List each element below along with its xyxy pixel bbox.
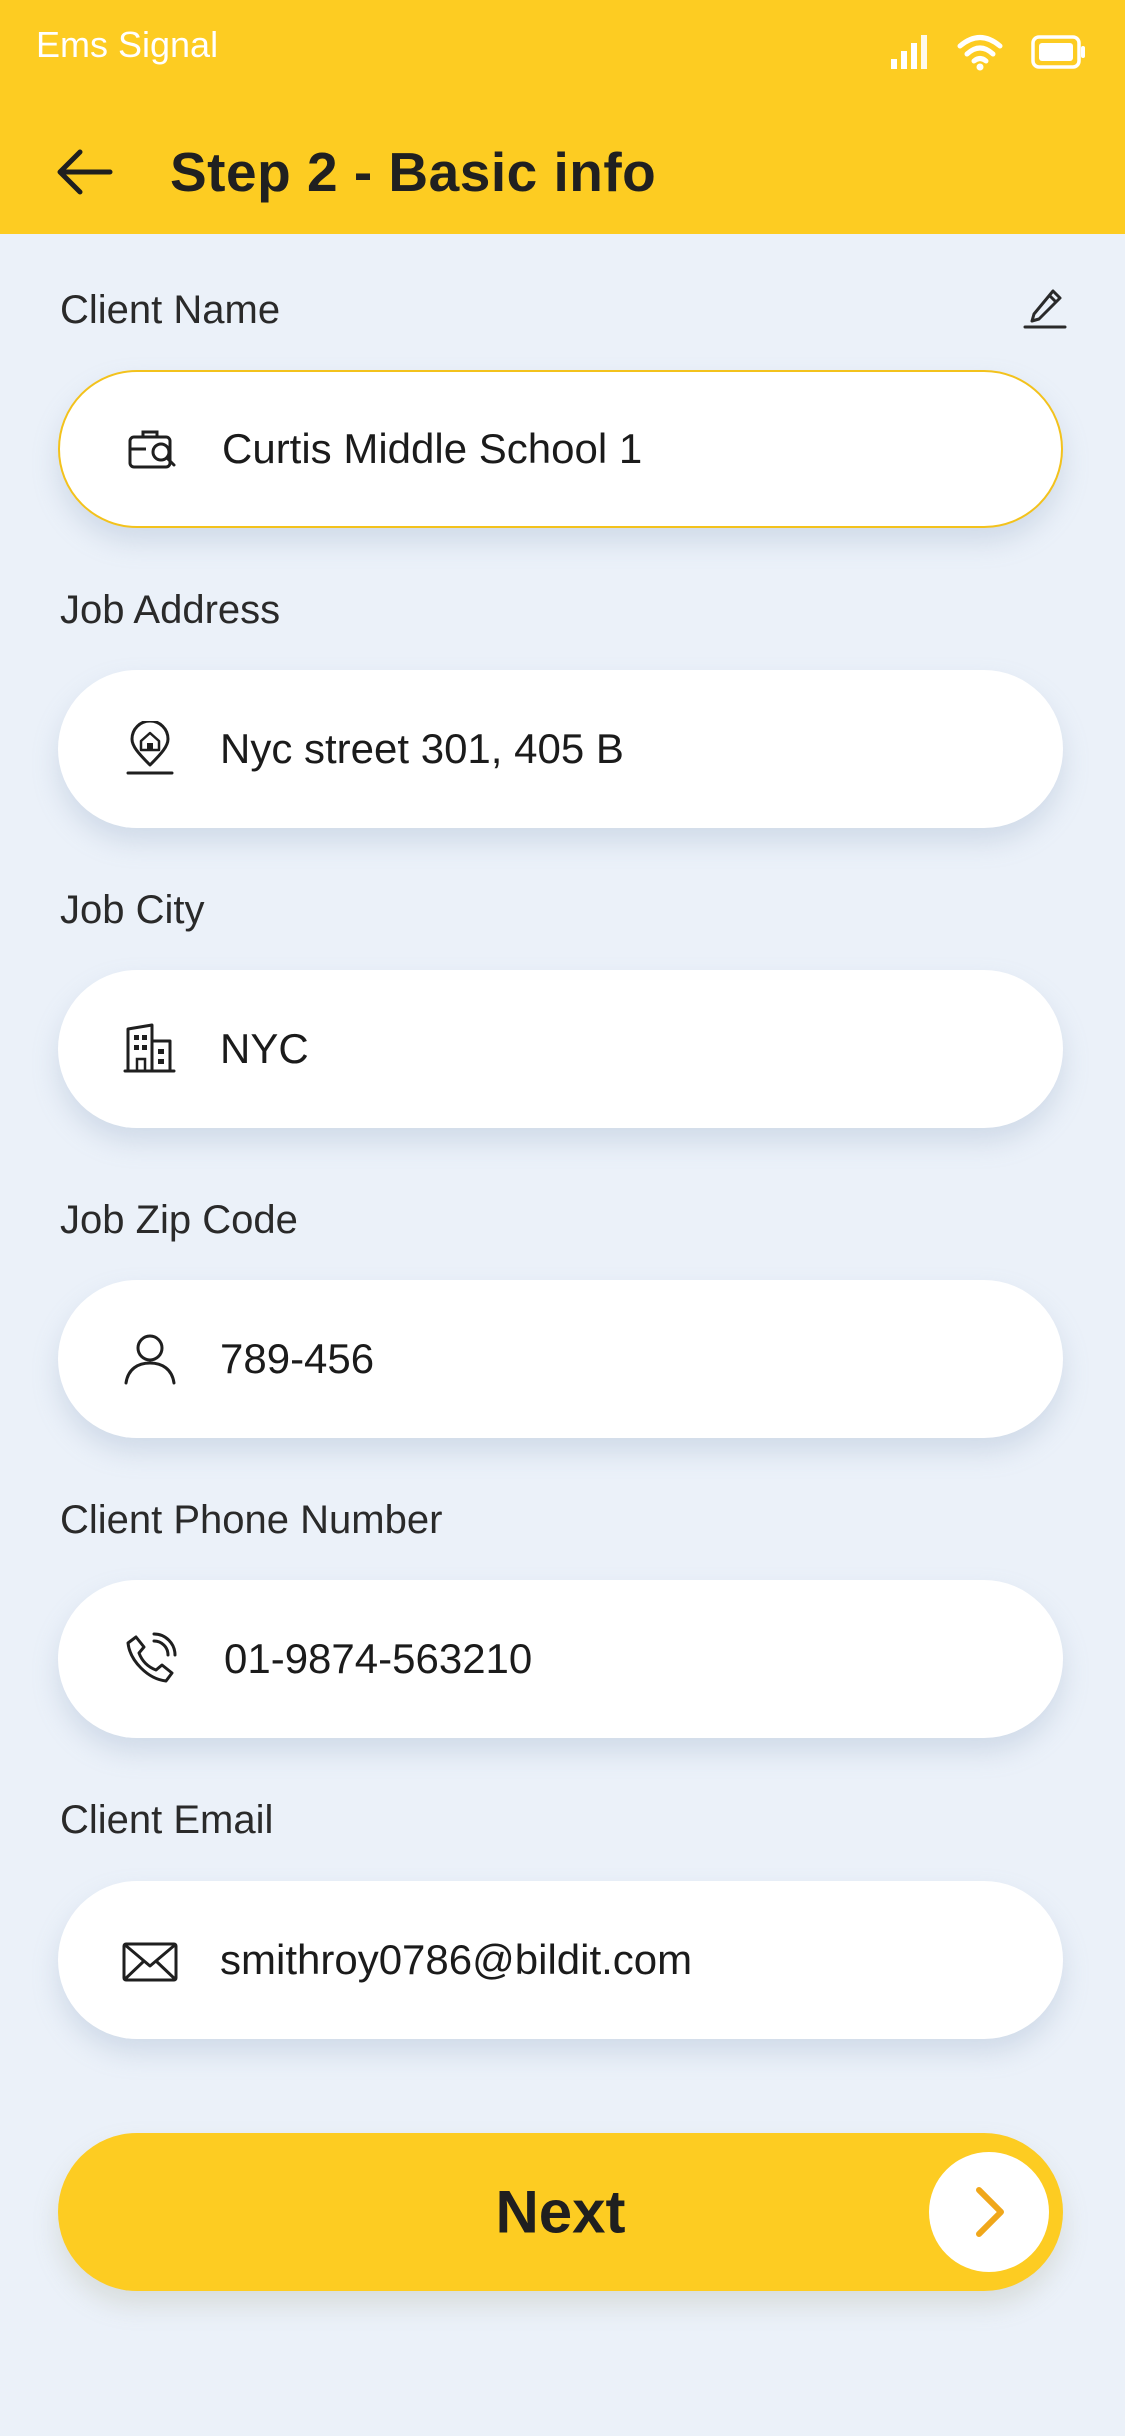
job-zip-label: Job Zip Code xyxy=(60,1198,298,1242)
client-email-value: smithroy0786@bildit.com xyxy=(220,1936,693,1983)
edit-button[interactable] xyxy=(1020,280,1070,330)
client-name-label: Client Name xyxy=(60,288,281,332)
arrow-left-icon xyxy=(57,149,113,195)
job-address-value: Nyc street 301, 405 B xyxy=(220,725,624,772)
client-phone-value: 01-9874-563210 xyxy=(224,1635,533,1682)
pencil-icon xyxy=(1023,289,1067,329)
client-phone-field[interactable]: 01-9874-563210 xyxy=(58,1580,1063,1738)
client-phone-label: Client Phone Number xyxy=(60,1498,443,1542)
status-icons xyxy=(889,30,1087,74)
carrier-name: Ems Signal xyxy=(36,24,219,65)
job-zip-field[interactable]: 789-456 xyxy=(58,1280,1063,1438)
mail-icon xyxy=(122,1942,178,1982)
home-location-icon xyxy=(126,721,174,775)
phone-call-icon xyxy=(126,1632,177,1683)
job-address-field[interactable]: Nyc street 301, 405 B xyxy=(58,670,1063,828)
job-city-value: NYC xyxy=(220,1025,309,1072)
app-header: Ems Signal Step 2 - Basic info xyxy=(0,0,1125,234)
job-zip-value: 789-456 xyxy=(220,1335,375,1382)
next-arrow-circle xyxy=(929,2152,1049,2272)
signal-icon xyxy=(891,35,927,69)
chevron-right-icon xyxy=(976,2187,1004,2237)
buildings-icon xyxy=(123,1023,176,1073)
client-email-field[interactable]: smithroy0786@bildit.com xyxy=(58,1881,1063,2039)
back-button[interactable] xyxy=(54,144,114,200)
job-city-field[interactable]: NYC xyxy=(58,970,1063,1128)
job-address-label: Job Address xyxy=(60,588,281,632)
next-button-label: Next xyxy=(495,2178,626,2246)
next-button[interactable]: Next xyxy=(58,2133,1063,2291)
briefcase-search-icon xyxy=(128,430,176,469)
client-name-field[interactable]: Curtis Middle School 1 xyxy=(58,370,1063,528)
job-city-label: Job City xyxy=(60,888,205,932)
battery-icon xyxy=(1031,35,1085,69)
client-email-label: Client Email xyxy=(60,1798,274,1842)
person-icon xyxy=(124,1334,176,1385)
page-title: Step 2 - Basic info xyxy=(170,141,657,203)
wifi-icon xyxy=(957,35,1003,71)
client-name-value: Curtis Middle School 1 xyxy=(222,425,643,472)
